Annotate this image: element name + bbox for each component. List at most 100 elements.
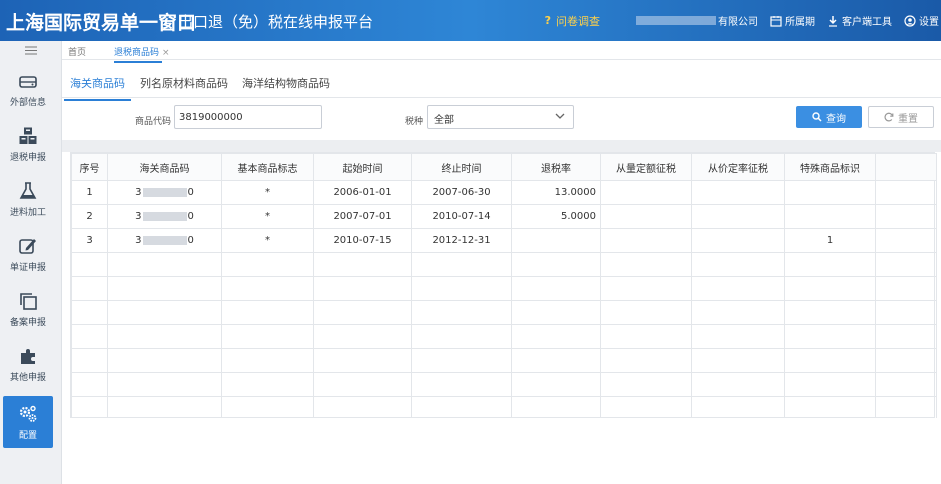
sidebar-item-document-declare[interactable]: 单证申报: [3, 228, 53, 280]
empty-row: [71, 348, 937, 373]
cell-quantity-tax: [600, 180, 692, 205]
cell-customs-code: 30: [107, 180, 222, 205]
empty-row: [71, 396, 937, 421]
code-type-tabs: 海关商品码 列名原材料商品码 海洋结构物商品码: [62, 66, 941, 101]
col-header-customs-code[interactable]: 海关商品码: [107, 153, 222, 181]
boxes-icon: [19, 127, 37, 144]
sidebar-item-config[interactable]: 配置: [3, 396, 53, 448]
col-header-quantity-tax[interactable]: 从量定额征税: [600, 153, 692, 181]
empty-row: [71, 252, 937, 277]
settings-label: 设置: [919, 17, 939, 28]
reset-button[interactable]: 重置: [868, 106, 934, 128]
col-header-value-tax[interactable]: 从价定率征税: [691, 153, 785, 181]
cell-start-date: 2006-01-01: [313, 180, 412, 205]
sidebar-item-other-declare[interactable]: 其他申报: [3, 338, 53, 390]
cell-no: 3: [71, 228, 108, 253]
tab-label: 退税商品码: [114, 48, 160, 58]
table-row[interactable]: 3 30 * 2010-07-15 2012-12-31 1: [71, 228, 937, 253]
sidebar-item-material-processing[interactable]: 进料加工: [3, 173, 53, 225]
empty-row: [71, 372, 937, 397]
chevron-down-icon: [555, 113, 565, 119]
cell-refund-rate: 13.0000: [511, 180, 601, 205]
col-header-refund-rate[interactable]: 退税率: [511, 153, 601, 181]
survey-link[interactable]: ? 问卷调查: [545, 13, 600, 29]
cell-value-tax: [691, 204, 785, 229]
sidebar-item-label: 外部信息: [9, 98, 46, 108]
tab-home[interactable]: 首页: [68, 45, 86, 58]
settings-button[interactable]: 设置: [904, 13, 939, 28]
company-name: 有限公司: [636, 13, 758, 28]
cell-special-flag: 1: [784, 228, 876, 253]
table-body: 1 30 * 2006-01-01 2007-06-30 13.0000 2 3…: [71, 180, 937, 421]
code-input[interactable]: [174, 105, 322, 129]
cell-value-tax: [691, 228, 785, 253]
sidebar-item-label: 单证申报: [9, 263, 46, 273]
code-prefix: 3: [135, 211, 142, 222]
col-header-start-date[interactable]: 起始时间: [313, 153, 412, 181]
cell-end-date: 2007-06-30: [411, 180, 512, 205]
code-suffix: 0: [187, 211, 194, 222]
code-suffix: 0: [187, 235, 194, 246]
sidebar: 外部信息 退税申报 进料加工 单证申报 备案申报 其他申报 配置: [0, 41, 62, 484]
tab-offshore-structure-code[interactable]: 海洋结构物商品码: [242, 75, 330, 91]
masked-code: [142, 235, 187, 245]
puzzle-icon: [21, 349, 35, 364]
empty-row: [71, 300, 937, 325]
cell-extra: [875, 204, 937, 229]
empty-row: [71, 276, 937, 301]
refresh-icon: [884, 112, 894, 122]
col-header-special-flag[interactable]: 特殊商品标识: [784, 153, 876, 181]
edit-icon: [19, 239, 36, 254]
cell-no: 2: [71, 204, 108, 229]
col-header-end-date[interactable]: 终止时间: [411, 153, 512, 181]
period-button[interactable]: 所属期: [770, 13, 815, 28]
user-icon: [904, 14, 916, 27]
cell-extra: [875, 228, 937, 253]
cell-start-date: 2010-07-15: [313, 228, 412, 253]
code-label: 商品代码: [135, 117, 172, 127]
app-header: 上海国际贸易单一窗口 出口退（免）税在线申报平台 ? 问卷调查 有限公司 所属期…: [0, 0, 941, 41]
cell-basic-flag: *: [221, 180, 314, 205]
flask-icon: [19, 182, 37, 199]
cell-special-flag: [784, 180, 876, 205]
tab-raw-material-code[interactable]: 列名原材料商品码: [140, 75, 228, 91]
tax-type-value: 全部: [434, 115, 454, 126]
copy-icon: [20, 293, 37, 310]
section-divider: [62, 140, 941, 152]
tax-type-label: 税种: [405, 117, 424, 127]
sidebar-item-refund-declare[interactable]: 退税申报: [3, 118, 53, 170]
menu-toggle[interactable]: [0, 41, 62, 60]
query-label: 查询: [826, 113, 846, 125]
cell-special-flag: [784, 204, 876, 229]
cell-value-tax: [691, 180, 785, 205]
brand-title: 上海国际贸易单一窗口: [6, 12, 197, 34]
cell-customs-code: 30: [107, 204, 222, 229]
table-row[interactable]: 2 30 * 2007-07-01 2010-07-14 5.0000: [71, 204, 937, 229]
tax-type-select[interactable]: 全部: [427, 105, 574, 129]
col-header-extra: [875, 153, 937, 181]
download-icon: [829, 15, 837, 27]
cell-quantity-tax: [600, 228, 692, 253]
table-row[interactable]: 1 30 * 2006-01-01 2007-06-30 13.0000: [71, 180, 937, 205]
sidebar-item-filing-declare[interactable]: 备案申报: [3, 283, 53, 335]
cell-quantity-tax: [600, 204, 692, 229]
tab-customs-code[interactable]: 海关商品码: [64, 75, 131, 101]
code-prefix: 3: [135, 187, 142, 198]
period-label: 所属期: [785, 17, 815, 28]
company-suffix: 有限公司: [718, 17, 758, 28]
close-icon[interactable]: ×: [162, 48, 170, 58]
query-button[interactable]: 查询: [796, 106, 862, 128]
cell-refund-rate: 5.0000: [511, 204, 601, 229]
drive-icon: [19, 76, 37, 88]
client-tools-button[interactable]: 客户端工具: [827, 13, 892, 28]
table-header-row: 序号 海关商品码 基本商品标志 起始时间 终止时间 退税率 从量定额征税 从价定…: [71, 153, 937, 181]
reset-label: 重置: [898, 113, 918, 125]
col-header-basic-flag[interactable]: 基本商品标志: [221, 153, 314, 181]
sidebar-item-label: 退税申报: [9, 153, 46, 163]
cell-customs-code: 30: [107, 228, 222, 253]
cell-start-date: 2007-07-01: [313, 204, 412, 229]
sidebar-item-external-info[interactable]: 外部信息: [3, 63, 53, 115]
tab-refund-code[interactable]: 退税商品码 ×: [114, 45, 170, 63]
col-header-no[interactable]: 序号: [71, 153, 108, 181]
question-icon: ?: [544, 14, 551, 27]
